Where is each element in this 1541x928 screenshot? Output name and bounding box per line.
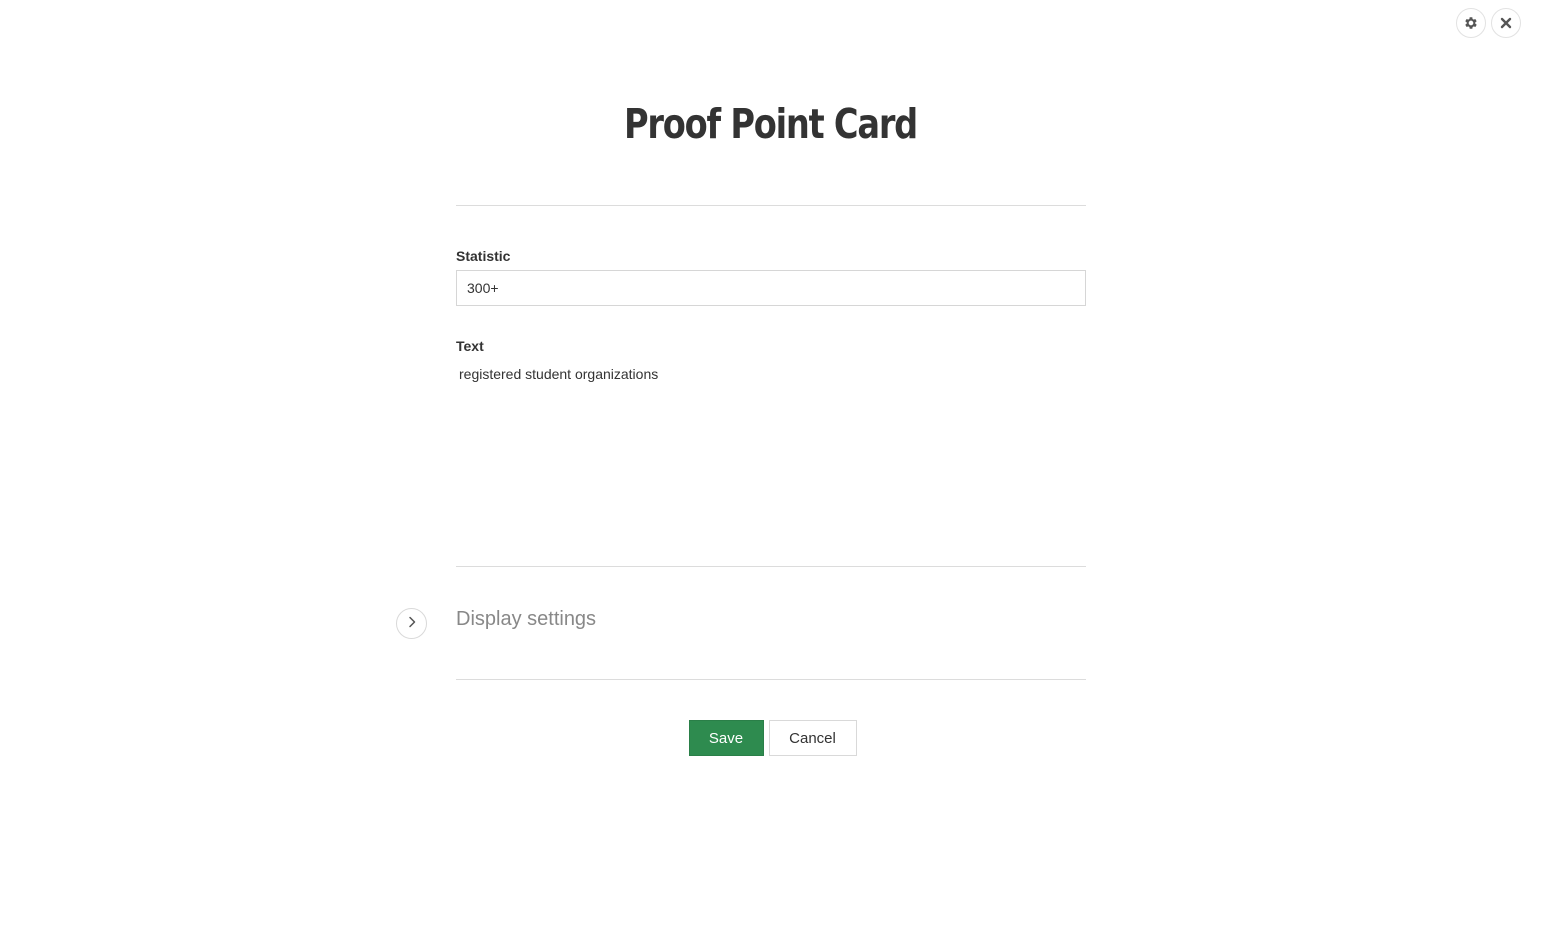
section-divider-bottom (456, 679, 1086, 680)
close-button[interactable] (1491, 8, 1521, 38)
page-title: Proof Point Card (623, 100, 918, 148)
statistic-label: Statistic (456, 248, 511, 264)
save-button[interactable]: Save (688, 720, 764, 756)
display-settings-heading[interactable]: Display settings (456, 608, 596, 631)
title-divider (456, 205, 1086, 206)
section-divider-top (456, 566, 1086, 567)
display-settings-toggle[interactable] (396, 608, 427, 639)
proof-point-card-editor: Proof Point Card Statistic Text register… (0, 0, 1541, 928)
statistic-input[interactable] (456, 270, 1086, 306)
gear-icon (1463, 15, 1479, 31)
top-actions (1456, 8, 1521, 38)
text-field[interactable]: registered student organizations (456, 362, 1086, 542)
chevron-right-icon (407, 615, 417, 633)
settings-button[interactable] (1456, 8, 1486, 38)
cancel-button[interactable]: Cancel (768, 720, 857, 756)
close-icon (1500, 17, 1512, 29)
form-actions: Save Cancel (0, 720, 1541, 756)
text-label: Text (456, 338, 484, 354)
